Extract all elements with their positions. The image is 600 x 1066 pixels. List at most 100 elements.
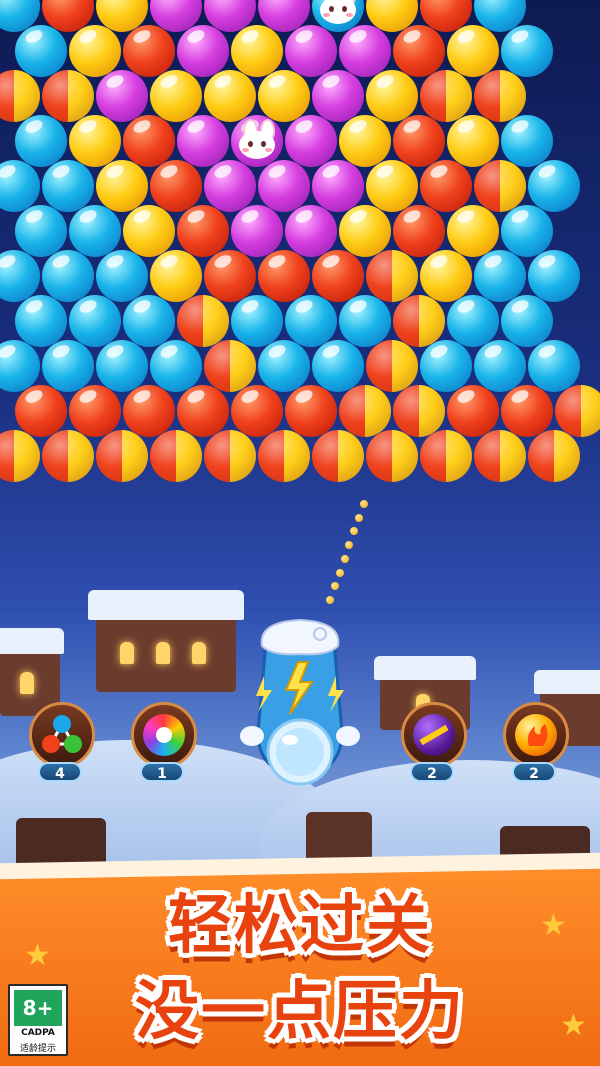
bubble-yellow: [96, 160, 148, 212]
bubble-yellow: [231, 25, 283, 77]
bubble-blue: [42, 340, 94, 392]
bubble-red: [123, 385, 175, 437]
bubble-purple: [312, 70, 364, 122]
bunny-icon: [316, 0, 360, 24]
bubble-blue: [15, 295, 67, 347]
bubble-blue: [501, 295, 553, 347]
bubble-red: [123, 25, 175, 77]
age-rating-label: 适龄提示: [19, 1044, 56, 1054]
aim-dot: [360, 500, 368, 508]
bubble-red: [123, 115, 175, 167]
bubble-yellow: [420, 250, 472, 302]
bubble-swirl: [474, 70, 526, 122]
bubble-blue: [42, 160, 94, 212]
booster-count: 1: [140, 762, 184, 782]
bubble-red: [177, 205, 229, 257]
house: [88, 590, 244, 692]
bunny-icon: [235, 119, 279, 159]
bubble-swirl: [366, 430, 418, 482]
bubble-red: [393, 205, 445, 257]
bubble-yellow: [366, 160, 418, 212]
bubble-swirl: [204, 430, 256, 482]
bubble-red: [447, 385, 499, 437]
bubble-purple: [339, 25, 391, 77]
bubble-yellow: [447, 25, 499, 77]
lightning-bubble-launcher-icon: [240, 618, 360, 786]
bubble-red: [312, 250, 364, 302]
bubble-swirl: [258, 430, 310, 482]
aim-dot: [355, 513, 364, 522]
bubble-purple: [312, 160, 364, 212]
age-rating-badge: 8+ CADPA 适龄提示: [8, 984, 68, 1056]
bubble-yellow: [123, 205, 175, 257]
bubble-blue: [312, 340, 364, 392]
bubble-swirl: [312, 430, 364, 482]
bubble-blue: [447, 295, 499, 347]
bubble-swirl: [96, 430, 148, 482]
booster-tri-color-bubble[interactable]: 4: [26, 702, 100, 792]
bubble-blue: [339, 295, 391, 347]
bubble-blue: [15, 25, 67, 77]
fireball-icon: [515, 714, 557, 756]
bubble-red: [150, 160, 202, 212]
bubble-yellow: [366, 70, 418, 122]
bubble-swirl: [420, 430, 472, 482]
bubble-red: [420, 160, 472, 212]
bubble-blue: [96, 340, 148, 392]
booster-count: 2: [512, 762, 556, 782]
bubble-blue: [501, 115, 553, 167]
banner-headline: 轻松过关: [168, 889, 432, 963]
bubble-purple: [258, 160, 310, 212]
bubble-blue: [474, 340, 526, 392]
bubble-yellow: [339, 115, 391, 167]
bubble-swirl: [150, 430, 202, 482]
bubble-launcher[interactable]: [238, 612, 362, 792]
bubble-blue: [0, 160, 40, 212]
bubble-yellow: [339, 205, 391, 257]
promo-banner: ★ ★ ★ 轻松过关 没一点压力: [0, 868, 600, 1066]
bubble-blue: [528, 340, 580, 392]
bubble-swirl: [474, 430, 526, 482]
bubble-yellow: [258, 70, 310, 122]
bubble-yellow: [150, 70, 202, 122]
bubble-purple: [285, 115, 337, 167]
bubble-blue: [96, 250, 148, 302]
bubble-red: [285, 385, 337, 437]
booster-fireball[interactable]: 2: [500, 702, 574, 792]
bubble-blue: [420, 340, 472, 392]
bubble-swirl: [0, 70, 40, 122]
bubble-swirl: [42, 70, 94, 122]
bubble-blue: [501, 205, 553, 257]
bubble-blue: [150, 340, 202, 392]
bubble-swirl: [366, 250, 418, 302]
bubble-blue: [69, 295, 121, 347]
aim-dot: [326, 596, 334, 604]
bubble-swirl: [420, 70, 472, 122]
bubble-blue: [528, 250, 580, 302]
bubble-blue: [528, 160, 580, 212]
bubble-purple: [231, 205, 283, 257]
bubble-blue: [123, 295, 175, 347]
bubble-yellow: [447, 205, 499, 257]
bubble-blue: [69, 205, 121, 257]
booster-rainbow-bubble[interactable]: 1: [128, 702, 202, 792]
bubble-board: [0, 0, 600, 490]
bubble-swirl: [474, 160, 526, 212]
bubble-purple: [204, 160, 256, 212]
rainbow-ball-icon: [143, 714, 185, 756]
bubble-yellow: [69, 115, 121, 167]
bubble-blue: [285, 295, 337, 347]
bubble-blue: [474, 250, 526, 302]
booster-bomb[interactable]: 2: [398, 702, 472, 792]
bubble-swirl: [0, 430, 40, 482]
bubble-red: [177, 385, 229, 437]
bubble-red: [69, 385, 121, 437]
bubble-swirl: [555, 385, 600, 437]
bubble-swirl: [339, 385, 391, 437]
bubble-swirl: [366, 340, 418, 392]
age-rating-value: 8+: [14, 990, 62, 1026]
bubble-yellow: [204, 70, 256, 122]
bubble-purple: [177, 115, 229, 167]
aim-dot: [340, 554, 349, 563]
bubble-purple: [285, 205, 337, 257]
